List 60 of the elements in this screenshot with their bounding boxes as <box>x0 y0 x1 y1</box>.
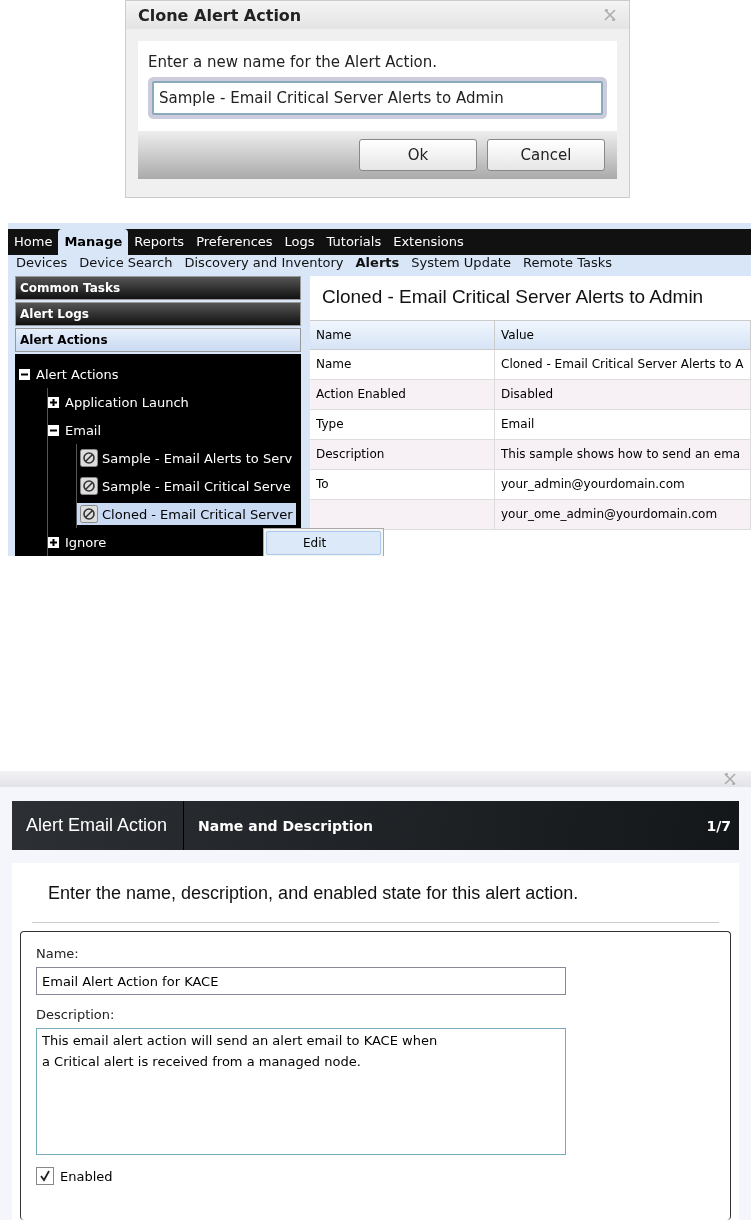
name-field[interactable]: Email Alert Action for KACE <box>36 967 566 995</box>
field-label: Name: <box>36 946 80 961</box>
checkbox[interactable] <box>36 1167 54 1185</box>
sub-nav-tab[interactable]: Discovery and Inventory <box>178 255 350 270</box>
section-header[interactable]: Common Tasks <box>15 276 301 300</box>
nav-tab[interactable]: Reports <box>128 229 191 255</box>
disabled-icon <box>80 477 98 495</box>
collapse-icon[interactable] <box>48 424 59 436</box>
ok-button[interactable]: Ok <box>359 139 477 171</box>
section-header[interactable]: Alert Logs <box>15 302 301 326</box>
menu-item[interactable]: Edit <box>266 531 381 555</box>
disabled-icon <box>80 505 98 523</box>
expand-icon[interactable] <box>48 536 59 548</box>
tree-item[interactable]: Email <box>62 420 105 440</box>
tree-item[interactable]: Sample - Email Alerts to Serv <box>77 447 296 469</box>
detail-title: Cloned - Email Critical Server Alerts to Admin <box>321 285 705 309</box>
step-counter: 1/7 <box>706 817 732 834</box>
name-field[interactable]: Sample - Email Critical Server Alerts to Admin <box>152 81 603 115</box>
collapse-icon[interactable] <box>19 368 30 380</box>
instruction-text: Enter the name, description, and enabled state for this alert action. <box>32 863 719 923</box>
table-cell: Cloned - Email Critical Server Alerts to A <box>495 350 751 380</box>
checkbox-label: Enabled <box>60 1168 113 1184</box>
field-label: Description: <box>36 1007 116 1022</box>
step-title: Name and Description <box>197 817 375 834</box>
column-header: Name <box>310 321 495 350</box>
table-cell: Description <box>310 440 495 470</box>
sub-nav-tab[interactable]: Alerts <box>349 255 406 270</box>
cancel-button[interactable]: Cancel <box>487 139 605 171</box>
tree-item[interactable]: Cloned - Email Critical Server <box>77 503 296 525</box>
description-field[interactable]: This email alert action will send an alert email to KACE when a Critical alert is received from a managed node. <box>36 1028 566 1155</box>
table-cell: your_ome_admin@yourdomain.com <box>495 500 751 530</box>
table-cell: To <box>310 470 495 500</box>
table-cell: Action Enabled <box>310 380 495 410</box>
nav-tab[interactable]: Manage <box>58 229 129 255</box>
table-cell: Type <box>310 410 495 440</box>
tree-item[interactable]: Alert Actions <box>33 364 122 384</box>
prompt-text: Enter a new name for the Alert Action. <box>148 53 439 71</box>
table-cell: Name <box>310 350 495 380</box>
table-cell: Disabled <box>495 380 751 410</box>
tree-item[interactable]: Application Launch <box>62 392 192 412</box>
table-cell: Email <box>495 410 751 440</box>
table-cell: your_admin@yourdomain.com <box>495 470 751 500</box>
sub-nav-tab[interactable]: System Update <box>405 255 517 270</box>
sub-nav-tab[interactable]: Remote Tasks <box>516 255 619 270</box>
column-header: Value <box>495 321 751 350</box>
table-cell: This sample shows how to send an ema <box>495 440 751 470</box>
wizard-title: Alert Email Action <box>12 801 185 850</box>
nav-tab[interactable]: Logs <box>278 229 321 255</box>
tree-item[interactable]: Ignore <box>62 532 110 552</box>
sub-nav-tab[interactable]: Device Search <box>73 255 179 270</box>
tree-item[interactable]: Sample - Email Critical Serve <box>77 475 294 497</box>
nav-tab[interactable]: Home <box>8 229 59 255</box>
nav-tab[interactable]: Tutorials <box>320 229 388 255</box>
expand-icon[interactable] <box>48 396 59 408</box>
disabled-icon <box>80 449 98 467</box>
section-header[interactable]: Alert Actions <box>15 328 301 352</box>
nav-tab[interactable]: Extensions <box>387 229 470 255</box>
dialog-title: Clone Alert Action <box>138 5 302 25</box>
nav-tab[interactable]: Preferences <box>190 229 279 255</box>
sub-nav-tab[interactable]: Devices <box>10 255 74 270</box>
